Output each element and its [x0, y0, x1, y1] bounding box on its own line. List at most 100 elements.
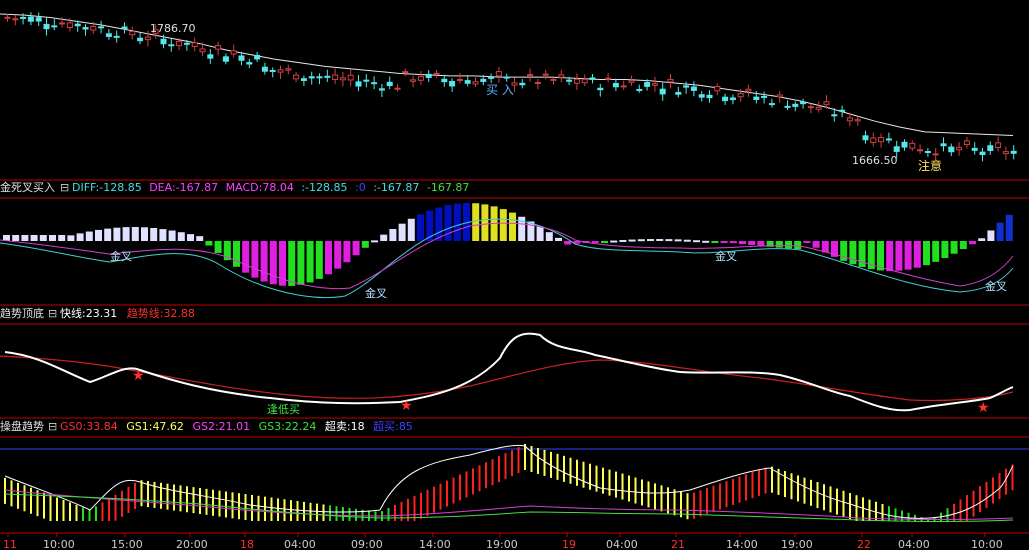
candle	[823, 101, 830, 106]
macd-bar	[849, 241, 857, 265]
macd-bar	[775, 241, 783, 248]
chart-canvas: 1786.70 1666.50 买 入 注意 金死叉买入 ⊟ DIFF:-128…	[0, 12, 1029, 550]
candle	[246, 62, 253, 65]
macd-bar	[499, 209, 507, 241]
macd-bar	[757, 241, 765, 246]
star-icon: ★	[132, 368, 145, 384]
candle	[222, 56, 229, 62]
macd-bar	[978, 238, 986, 241]
x-tick-label: 11	[3, 538, 17, 550]
collapse-icon[interactable]: ⊟	[48, 307, 57, 320]
x-tick-label: 22	[857, 538, 871, 550]
candle	[488, 76, 495, 79]
macd-bar	[122, 227, 130, 241]
candle	[410, 79, 417, 82]
candle	[82, 27, 89, 30]
operation-legend: GS0:33.84 GS1:47.62 GS2:21.01 GS3:22.24 …	[60, 419, 413, 433]
candle	[566, 79, 573, 82]
candle	[371, 82, 378, 85]
macd-bar	[987, 230, 995, 241]
candle	[113, 35, 120, 38]
candle	[963, 140, 970, 146]
candle	[846, 117, 853, 122]
macd-bar	[932, 241, 940, 262]
candle	[768, 103, 775, 106]
trend-panel: 趋势顶底 ⊟ 快线:23.31 趋势线:32.88 ★ ★ ★ 逢低买	[0, 306, 1014, 416]
golden-cross-label: 金叉	[985, 279, 1007, 293]
operation-title: 操盘趋势	[0, 419, 44, 433]
trend-line	[0, 355, 1014, 402]
collapse-icon[interactable]: ⊟	[48, 420, 57, 433]
candle	[612, 82, 619, 88]
candle	[215, 45, 222, 50]
candle	[917, 149, 924, 152]
candle	[831, 114, 838, 117]
macd-bar	[343, 241, 351, 263]
collapse-icon[interactable]: ⊟	[60, 181, 69, 194]
macd-bar	[693, 240, 700, 243]
macd-bar	[352, 241, 360, 256]
x-tick-label: 15:00	[111, 538, 143, 550]
macd-bar	[536, 226, 544, 241]
x-tick-label: 21	[671, 538, 685, 550]
macd-bar	[610, 240, 618, 243]
candle	[66, 22, 73, 29]
candle	[979, 151, 986, 156]
macd-bar	[591, 241, 599, 243]
candle	[456, 78, 463, 81]
macd-bar	[481, 204, 489, 241]
x-tick-label: 20:00	[176, 538, 208, 550]
candle	[324, 75, 331, 78]
candle	[144, 36, 151, 41]
candle	[4, 16, 11, 19]
candle	[581, 78, 588, 84]
macd-bar	[472, 203, 480, 241]
candle	[940, 143, 947, 147]
macd-bar	[729, 241, 737, 244]
candle	[293, 74, 300, 80]
macd-bar	[619, 239, 627, 242]
candle	[800, 101, 807, 105]
macd-bar	[76, 233, 84, 241]
macd-title: 金死叉买入	[0, 180, 55, 194]
macd-bar	[104, 228, 112, 241]
candle	[27, 16, 34, 22]
x-axis: 11 10:00 15:00 20:00 18 04:00 09:00 14:00 19:00 1…	[3, 533, 1003, 550]
macd-bar	[58, 235, 66, 241]
macd-bars	[3, 203, 1013, 286]
candle	[690, 86, 697, 91]
x-tick-label: 19:00	[486, 538, 518, 550]
buy-signal-label: 买 入	[486, 83, 514, 97]
macd-bar	[509, 212, 516, 241]
x-tick-label: 04:00	[898, 538, 930, 550]
candle	[121, 26, 128, 30]
macd-bar	[785, 241, 792, 249]
operation-bars	[4, 444, 1014, 521]
candle	[503, 76, 510, 79]
candle	[402, 71, 409, 74]
x-tick-label: 04:00	[284, 538, 316, 550]
candle	[472, 81, 479, 85]
candle	[43, 23, 50, 30]
macd-bar	[21, 235, 29, 241]
macd-bar	[233, 241, 240, 267]
candle	[542, 73, 549, 76]
candle	[924, 151, 931, 154]
candle	[620, 85, 627, 88]
x-tick-label: 10:00	[971, 538, 1003, 550]
macd-bar	[131, 227, 139, 241]
candle	[683, 85, 690, 88]
macd-bar	[150, 228, 158, 241]
candle	[495, 71, 502, 77]
macd-bar	[637, 239, 645, 242]
candle	[378, 88, 385, 91]
macd-bar	[426, 210, 434, 241]
macd-bar	[159, 229, 167, 241]
macd-bar	[242, 241, 250, 273]
candle	[254, 54, 261, 60]
macd-bar	[996, 222, 1004, 241]
macd-bar	[113, 227, 121, 241]
candle	[160, 38, 167, 45]
candle	[870, 137, 877, 144]
macd-bar	[85, 231, 93, 241]
